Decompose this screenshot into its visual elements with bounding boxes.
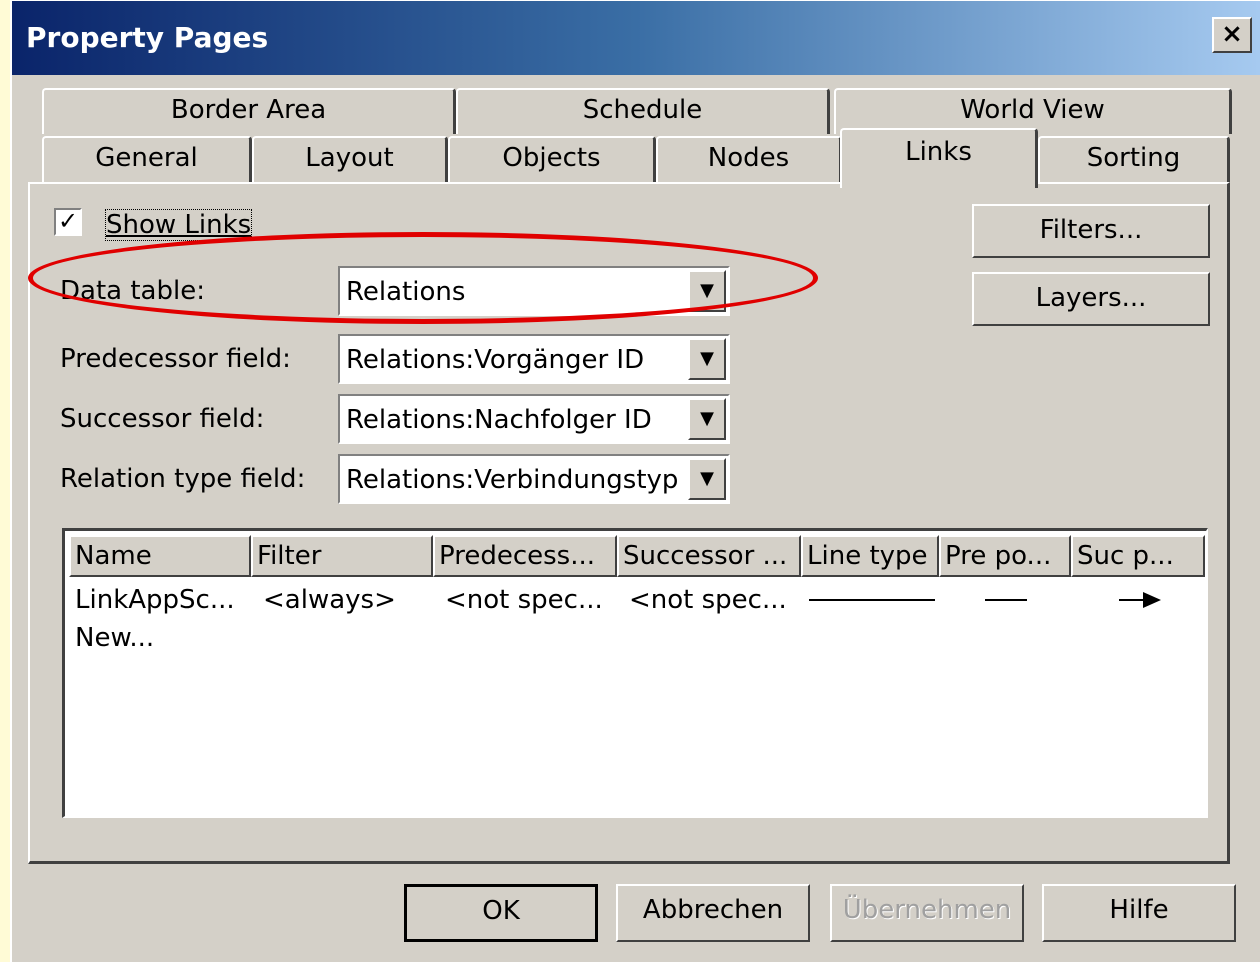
predecessor-field-value: Relations:Vorgänger ID xyxy=(346,345,645,375)
successor-field-combo[interactable]: Relations:Nachfolger ID ▼ xyxy=(338,394,730,444)
apply-button: Übernehmen xyxy=(830,884,1024,942)
title-bar[interactable]: Property Pages × xyxy=(12,1,1260,75)
data-table-combo[interactable]: Relations ▼ xyxy=(338,266,730,316)
predecessor-field-combo[interactable]: Relations:Vorgänger ID ▼ xyxy=(338,334,730,384)
tab-layout[interactable]: Layout xyxy=(252,136,448,182)
show-links-checkbox[interactable]: ✓ xyxy=(54,208,82,236)
row-successor: <not spec... xyxy=(629,585,787,615)
column-header-pre-position[interactable]: Pre po... xyxy=(939,535,1071,577)
chevron-down-icon[interactable]: ▼ xyxy=(688,270,726,312)
successor-field-value: Relations:Nachfolger ID xyxy=(346,405,652,435)
row-name: LinkAppSc... xyxy=(75,585,235,615)
chevron-down-icon[interactable]: ▼ xyxy=(688,338,726,380)
cancel-button[interactable]: Abbrechen xyxy=(616,884,810,942)
tab-general[interactable]: General xyxy=(42,136,252,182)
column-header-line-type[interactable]: Line type xyxy=(801,535,939,577)
chevron-down-icon[interactable]: ▼ xyxy=(688,398,726,440)
data-table-value: Relations xyxy=(346,277,466,307)
relation-type-field-label: Relation type field: xyxy=(60,464,306,494)
tab-links[interactable]: Links xyxy=(840,128,1038,188)
predecessor-field-label: Predecessor field: xyxy=(60,344,291,374)
arrow-right-icon xyxy=(1119,592,1161,608)
pre-position-line-icon xyxy=(985,599,1027,601)
column-header-name[interactable]: Name xyxy=(69,535,251,577)
tab-border-area[interactable]: Border Area xyxy=(42,88,456,134)
line-type-solid-icon xyxy=(809,599,935,601)
relation-type-field-combo[interactable]: Relations:Verbindungstyp ▼ xyxy=(338,454,730,504)
column-header-suc-position[interactable]: Suc p... xyxy=(1071,535,1205,577)
successor-field-label: Successor field: xyxy=(60,404,265,434)
row-predecessor: <not spec... xyxy=(445,585,603,615)
column-header-successor[interactable]: Successor ... xyxy=(617,535,801,577)
chevron-down-icon[interactable]: ▼ xyxy=(688,458,726,500)
links-list[interactable]: Name Filter Predecess... Successor ... L… xyxy=(62,528,1208,818)
tab-sorting[interactable]: Sorting xyxy=(1038,136,1230,182)
column-header-filter[interactable]: Filter xyxy=(251,535,433,577)
tab-objects[interactable]: Objects xyxy=(448,136,656,182)
row-name: New... xyxy=(75,623,155,653)
tab-nodes[interactable]: Nodes xyxy=(656,136,842,182)
close-button[interactable]: × xyxy=(1212,17,1252,53)
row-filter: <always> xyxy=(263,585,396,615)
data-table-label: Data table: xyxy=(60,276,205,306)
help-button[interactable]: Hilfe xyxy=(1042,884,1236,942)
ok-button[interactable]: OK xyxy=(404,884,598,942)
window-title: Property Pages xyxy=(26,21,269,54)
show-links-label[interactable]: Show Links xyxy=(104,209,253,241)
column-header-predecessor[interactable]: Predecess... xyxy=(433,535,617,577)
tab-schedule[interactable]: Schedule xyxy=(456,88,830,134)
layers-button[interactable]: Layers... xyxy=(972,272,1210,326)
filters-button[interactable]: Filters... xyxy=(972,204,1210,258)
relation-type-field-value: Relations:Verbindungstyp xyxy=(346,465,679,495)
